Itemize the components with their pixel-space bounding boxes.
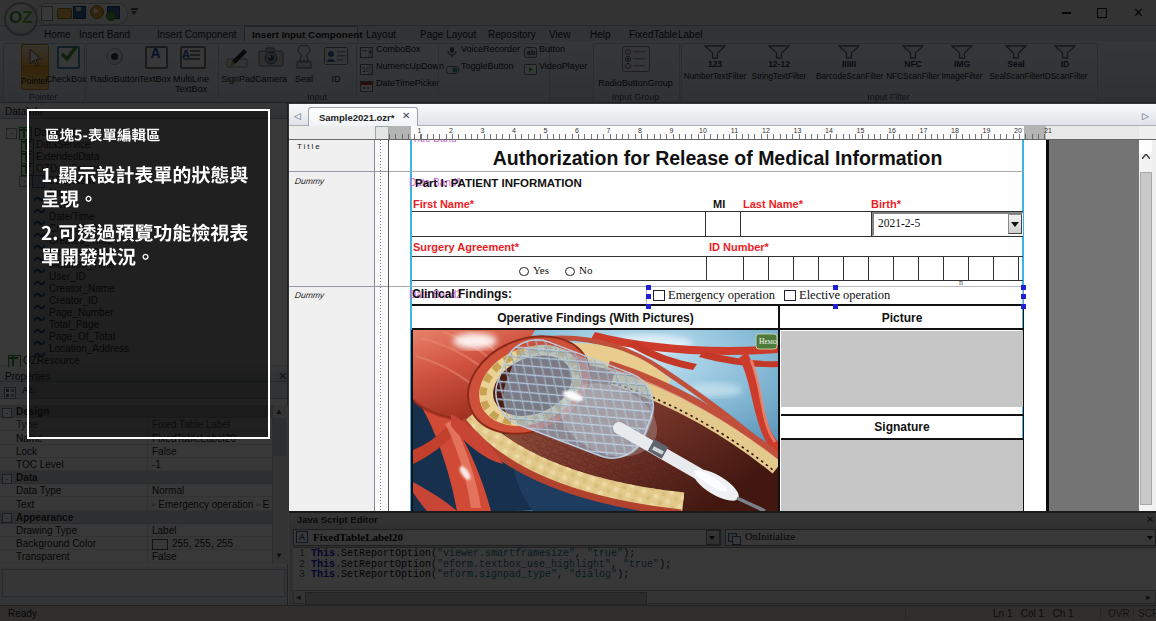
svg-text:HEMO: HEMO	[759, 337, 777, 346]
